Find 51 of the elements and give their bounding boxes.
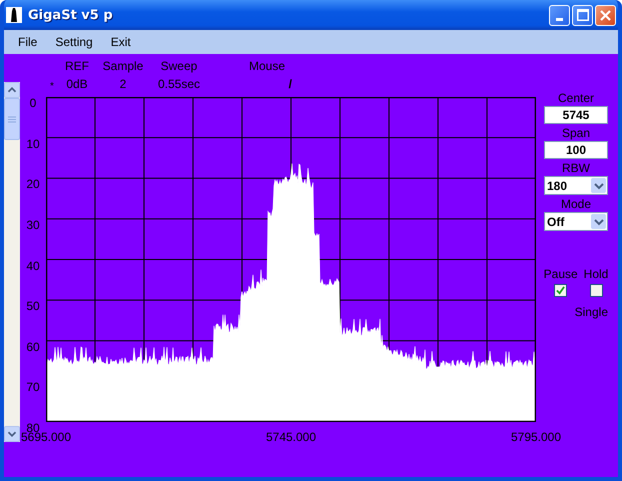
checkmark-icon <box>556 286 566 295</box>
readout-label: Sweep <box>160 59 198 73</box>
scroll-up-button[interactable] <box>4 82 20 98</box>
peak-icon <box>6 7 22 23</box>
axis-label: 10 <box>26 136 40 152</box>
axis-label: 30 <box>26 216 40 233</box>
axis-label: 60 <box>26 338 40 355</box>
checkbox[interactable] <box>554 284 568 297</box>
menu-item[interactable]: File <box>18 35 38 49</box>
scroll-down-button[interactable] <box>4 426 20 442</box>
readout-label: Sample <box>102 59 144 73</box>
close-icon <box>600 10 611 20</box>
readout-value: / <box>288 77 292 91</box>
axis-label: 5745.000 <box>264 430 318 444</box>
grip-icon <box>8 116 16 122</box>
axis-label: 0 <box>30 95 36 111</box>
checkbox-label: Pause <box>544 267 578 282</box>
axis-label: 5795.000 <box>510 430 562 444</box>
dropdown[interactable]: 180 <box>544 176 608 195</box>
input-field[interactable]: 5745 <box>544 106 608 124</box>
axis-label: 40 <box>26 258 40 274</box>
axis-label: 50 <box>26 298 40 314</box>
readout-value: 0dB <box>66 77 88 91</box>
single-label: Single <box>574 305 608 319</box>
vertical-scrollbar[interactable] <box>4 82 20 442</box>
axis-label: 20 <box>26 176 40 192</box>
minimize-button[interactable] <box>549 4 570 26</box>
chevron-down-icon <box>594 218 604 226</box>
menu-item[interactable]: Setting <box>55 35 93 49</box>
dropdown[interactable]: Off <box>544 212 608 231</box>
maximize-button[interactable] <box>572 4 593 26</box>
readout-label: Mouse <box>248 59 286 73</box>
axis-label: 70 <box>26 379 40 396</box>
control-label: RBW <box>562 161 590 176</box>
control-label: Span <box>562 126 590 141</box>
close-button[interactable] <box>595 4 616 26</box>
maximize-icon <box>576 9 588 21</box>
marker-symbol: * <box>49 80 55 94</box>
minimize-icon <box>556 18 563 20</box>
scroll-thumb[interactable] <box>4 98 20 140</box>
window-title: GigaSt v5 p <box>28 8 113 22</box>
checkbox[interactable] <box>590 284 603 297</box>
checkbox-label: Hold <box>584 267 608 282</box>
readout-label: REF <box>65 59 89 73</box>
readout-value: 0.55sec <box>158 77 200 91</box>
readout-value: 2 <box>120 77 126 91</box>
control-label: Center <box>558 91 594 106</box>
menu-item[interactable]: Exit <box>110 35 131 49</box>
input-field[interactable]: 100 <box>544 141 608 159</box>
control-label: Mode <box>560 197 592 212</box>
chevron-down-icon <box>594 182 604 190</box>
